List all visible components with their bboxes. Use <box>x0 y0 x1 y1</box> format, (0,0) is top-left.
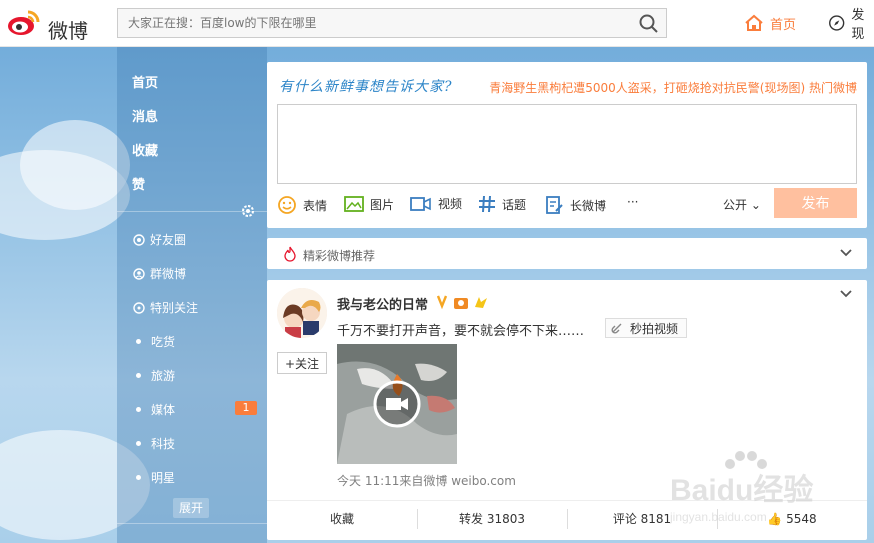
weibo-eye-icon <box>8 10 40 35</box>
nav-home[interactable]: 首页 <box>744 10 796 36</box>
sidebar-item-favorites[interactable]: 收藏 <box>132 140 158 159</box>
sidebar-item-label: 好友圈 <box>150 233 187 247</box>
sidebar-item-likes[interactable]: 赞 <box>132 174 145 193</box>
avatar-illustration <box>277 288 327 338</box>
search-input[interactable] <box>118 9 628 37</box>
chevron-down-icon: ⌄ <box>750 198 761 212</box>
tool-label: 表情 <box>303 198 328 213</box>
document-edit-icon <box>546 196 563 214</box>
top-bar: 微博 首页 发现 <box>0 0 874 47</box>
visibility-dropdown[interactable]: 公开 ⌄ <box>723 196 761 213</box>
sidebar-item-label: 明星 <box>151 471 176 485</box>
bullet-dot <box>136 339 141 344</box>
compose-card: 有什么新鲜事想告诉大家? 青海野生黑枸杞遭5000人盗采，打砸烧抢对抗民警(现场… <box>267 62 867 228</box>
sidebar-item-friends-circle[interactable]: 好友圈 <box>133 231 186 248</box>
paw-logo: Baidu经验 jingyan.baidu.com <box>669 451 813 524</box>
watermark-text: Baidu经验 <box>670 473 813 507</box>
search-box <box>117 8 667 38</box>
hot-topic-link[interactable]: 青海野生黑枸杞遭5000人盗采，打砸烧抢对抗民警(现场图) 热门微博 <box>489 79 857 96</box>
watermark-url: jingyan.baidu.com <box>669 510 767 524</box>
sidebar-item-tech[interactable]: 科技 <box>133 435 175 452</box>
play-video-icon <box>373 380 421 428</box>
tool-label: 话题 <box>502 197 527 212</box>
verified-v-icon <box>436 295 487 310</box>
sidebar-item-foodie[interactable]: 吃货 <box>133 333 175 350</box>
tool-label: 长微博 <box>570 198 607 213</box>
sidebar-item-home[interactable]: 首页 <box>132 72 158 91</box>
flame-icon <box>284 246 296 262</box>
video-thumbnail[interactable] <box>337 344 457 464</box>
hashtag-icon <box>479 195 495 213</box>
sidebar-item-travel[interactable]: 旅游 <box>133 367 175 384</box>
nav-home-label: 首页 <box>770 17 797 33</box>
baidu-jingyan-watermark: Baidu经验 jingyan.baidu.com <box>668 446 828 526</box>
repost-button[interactable]: 转发 31803 <box>417 501 567 540</box>
favorite-button[interactable]: 收藏 <box>267 501 417 540</box>
unread-count-badge: 1 <box>235 401 257 415</box>
sidebar-item-group-weibo[interactable]: 群微博 <box>133 265 186 282</box>
chevron-down-icon[interactable] <box>839 246 853 260</box>
chevron-down-icon[interactable] <box>839 287 853 301</box>
sidebar-item-label: 科技 <box>151 437 176 451</box>
weibo-logo[interactable]: 微博 <box>6 6 96 43</box>
image-icon <box>344 196 364 212</box>
avatar[interactable] <box>277 288 327 338</box>
tool-label: 视频 <box>438 197 463 211</box>
left-sidebar: 首页 消息 收藏 赞 好友圈 群微博 特别关注 吃货 旅游 媒体 1 科技 明星… <box>117 47 267 543</box>
bullet-dot <box>136 373 141 378</box>
sidebar-item-messages[interactable]: 消息 <box>132 106 158 125</box>
image-button[interactable]: 图片 <box>344 195 394 213</box>
video-button[interactable]: 视频 <box>410 195 462 212</box>
link-icon <box>611 323 622 334</box>
sidebar-item-label: 媒体 <box>151 403 176 417</box>
sidebar-item-label: 旅游 <box>151 369 176 383</box>
topic-button[interactable]: 话题 <box>478 195 526 213</box>
tool-label: 图片 <box>370 197 395 212</box>
video-link[interactable]: 秒拍视频 <box>605 318 687 338</box>
bullet-dot <box>136 441 141 446</box>
emoji-button[interactable]: 表情 <box>277 195 327 215</box>
gear-icon[interactable] <box>240 203 256 219</box>
sidebar-item-label: 特别关注 <box>150 301 199 315</box>
group-icon <box>133 267 145 280</box>
follow-button[interactable]: +关注 <box>277 352 327 374</box>
recommend-bar[interactable]: 精彩微博推荐 <box>267 238 867 269</box>
nav-discover-label: 发现 <box>851 8 865 42</box>
bullet-dot <box>136 475 141 480</box>
bullet-dot <box>136 407 141 412</box>
nav-discover[interactable]: 发现 <box>828 8 874 42</box>
expand-button[interactable]: 展开 <box>173 498 209 518</box>
sidebar-item-special-follow[interactable]: 特别关注 <box>133 299 198 316</box>
special-follow-icon <box>133 301 145 314</box>
compass-icon <box>829 15 845 31</box>
video-icon <box>410 196 431 211</box>
post-text: 千万不要打开声音，要不就会停不下来…… <box>337 324 585 339</box>
compose-slogan: 有什么新鲜事想告诉大家? <box>279 79 453 95</box>
publish-button[interactable]: 发布 <box>774 188 857 218</box>
post-meta: 今天 11:11来自微博 weibo.com <box>337 474 516 488</box>
sidebar-item-celebrity[interactable]: 明星 <box>133 469 175 486</box>
logo-text: 微博 <box>48 19 88 43</box>
more-icon: ··· <box>627 195 639 209</box>
visibility-value: 公开 <box>723 198 748 212</box>
compose-textarea[interactable] <box>277 104 857 184</box>
recommend-label: 精彩微博推荐 <box>303 249 376 263</box>
search-icon[interactable] <box>638 13 660 35</box>
background-cloud <box>20 120 130 210</box>
home-icon <box>745 14 763 31</box>
sidebar-item-label: 群微博 <box>150 267 187 281</box>
sidebar-item-media[interactable]: 媒体 <box>133 401 175 418</box>
video-link-label: 秒拍视频 <box>630 321 679 336</box>
emoji-icon <box>278 196 296 214</box>
long-weibo-button[interactable]: 长微博 <box>546 195 606 215</box>
verified-badges <box>436 294 491 313</box>
friends-circle-icon <box>133 233 145 246</box>
sidebar-item-label: 吃货 <box>151 335 176 349</box>
sidebar-divider <box>117 523 267 524</box>
more-tools-button[interactable]: ··· <box>627 195 638 209</box>
author-name[interactable]: 我与老公的日常 <box>337 294 428 313</box>
